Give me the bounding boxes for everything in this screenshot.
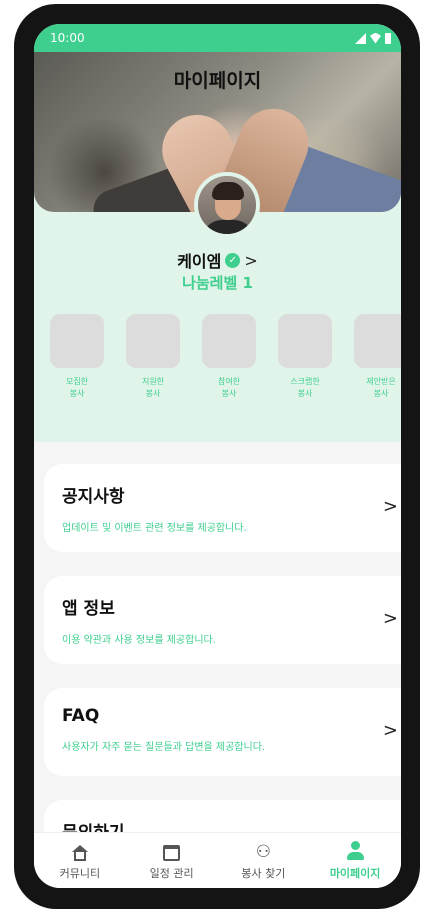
chevron-right-icon: > <box>382 496 398 517</box>
battery-icon <box>385 32 391 44</box>
tab-label: 봉사 찾기 <box>241 866 286 880</box>
menu-item-desc: 사용자가 자주 묻는 질문들과 답변을 제공합니다. <box>62 742 266 753</box>
tab-label: 마이페이지 <box>329 866 381 880</box>
stat-box <box>278 314 332 368</box>
stat-label: 참여한 봉사 <box>217 377 241 398</box>
profile-name: 케이엠 <box>177 252 222 271</box>
stat-box <box>50 314 104 368</box>
stat-box <box>126 314 180 368</box>
menu-item-desc: 업데이트 및 이벤트 관련 정보를 제공합니다. <box>62 523 247 534</box>
stat-participated[interactable]: 참여한 봉사 <box>202 314 256 400</box>
calendar-icon <box>163 844 181 861</box>
status-bar: 10:00 <box>34 24 401 52</box>
activity-stats: 모집한 봉사 지원한 봉사 참여한 봉사 스크랩한 봉사 제안받은 봉사 <box>50 314 401 400</box>
menu-item-title: 공지사항 <box>62 487 125 507</box>
status-icons <box>355 32 391 44</box>
tab-find-volunteer[interactable]: ⚇ 봉사 찾기 <box>218 833 310 888</box>
wifi-icon <box>370 32 381 44</box>
stat-box <box>354 314 401 368</box>
volunteer-icon: ⚇ <box>255 841 271 862</box>
tab-schedule[interactable]: 일정 관리 <box>126 833 218 888</box>
chevron-right-icon: > <box>382 608 398 629</box>
stat-label: 모집한 봉사 <box>65 377 89 398</box>
stat-scrapped[interactable]: 스크랩한 봉사 <box>278 314 332 400</box>
stat-label: 제안받은 봉사 <box>366 377 396 398</box>
menu-item-faq[interactable]: FAQ 사용자가 자주 묻는 질문들과 답변을 제공합니다. > <box>44 688 401 776</box>
stat-box <box>202 314 256 368</box>
signal-icon <box>355 32 366 44</box>
person-icon <box>345 840 365 861</box>
chevron-right-icon: > <box>244 250 258 270</box>
stat-applied[interactable]: 지원한 봉사 <box>126 314 180 400</box>
bottom-tab-bar: 커뮤니티 일정 관리 ⚇ 봉사 찾기 마이페이지 <box>34 832 401 888</box>
profile-name-link[interactable]: 케이엠 ✓ > <box>34 248 401 272</box>
app-screen: 10:00 마이페이지 케이엠 ✓ > 나눔레벨 1 모집한 봉사 지원한 봉사… <box>34 24 401 888</box>
phone-frame: 10:00 마이페이지 케이엠 ✓ > 나눔레벨 1 모집한 봉사 지원한 봉사… <box>14 4 420 909</box>
home-icon <box>71 844 89 861</box>
chevron-right-icon: > <box>382 720 398 741</box>
status-time: 10:00 <box>50 31 85 45</box>
tab-mypage[interactable]: 마이페이지 <box>309 833 401 888</box>
avatar[interactable] <box>194 172 260 238</box>
stat-proposed[interactable]: 제안받은 봉사 <box>354 314 401 400</box>
page-title: 마이페이지 <box>173 70 262 92</box>
sharing-level: 나눔레벨 1 <box>182 274 253 292</box>
menu-item-notices[interactable]: 공지사항 업데이트 및 이벤트 관련 정보를 제공합니다. > <box>44 464 401 552</box>
menu-item-title: 앱 정보 <box>62 599 115 619</box>
tab-label: 일정 관리 <box>149 866 194 880</box>
tab-community[interactable]: 커뮤니티 <box>34 833 126 888</box>
menu-item-desc: 이용 약관과 사용 정보를 제공합니다. <box>62 635 216 646</box>
menu-item-title: FAQ <box>62 706 100 726</box>
tab-label: 커뮤니티 <box>59 866 101 880</box>
stat-label: 스크랩한 봉사 <box>290 377 320 398</box>
stat-recruited[interactable]: 모집한 봉사 <box>50 314 104 400</box>
stat-label: 지원한 봉사 <box>141 377 165 398</box>
verified-badge-icon: ✓ <box>225 252 241 268</box>
menu-item-app-info[interactable]: 앱 정보 이용 약관과 사용 정보를 제공합니다. > <box>44 576 401 664</box>
